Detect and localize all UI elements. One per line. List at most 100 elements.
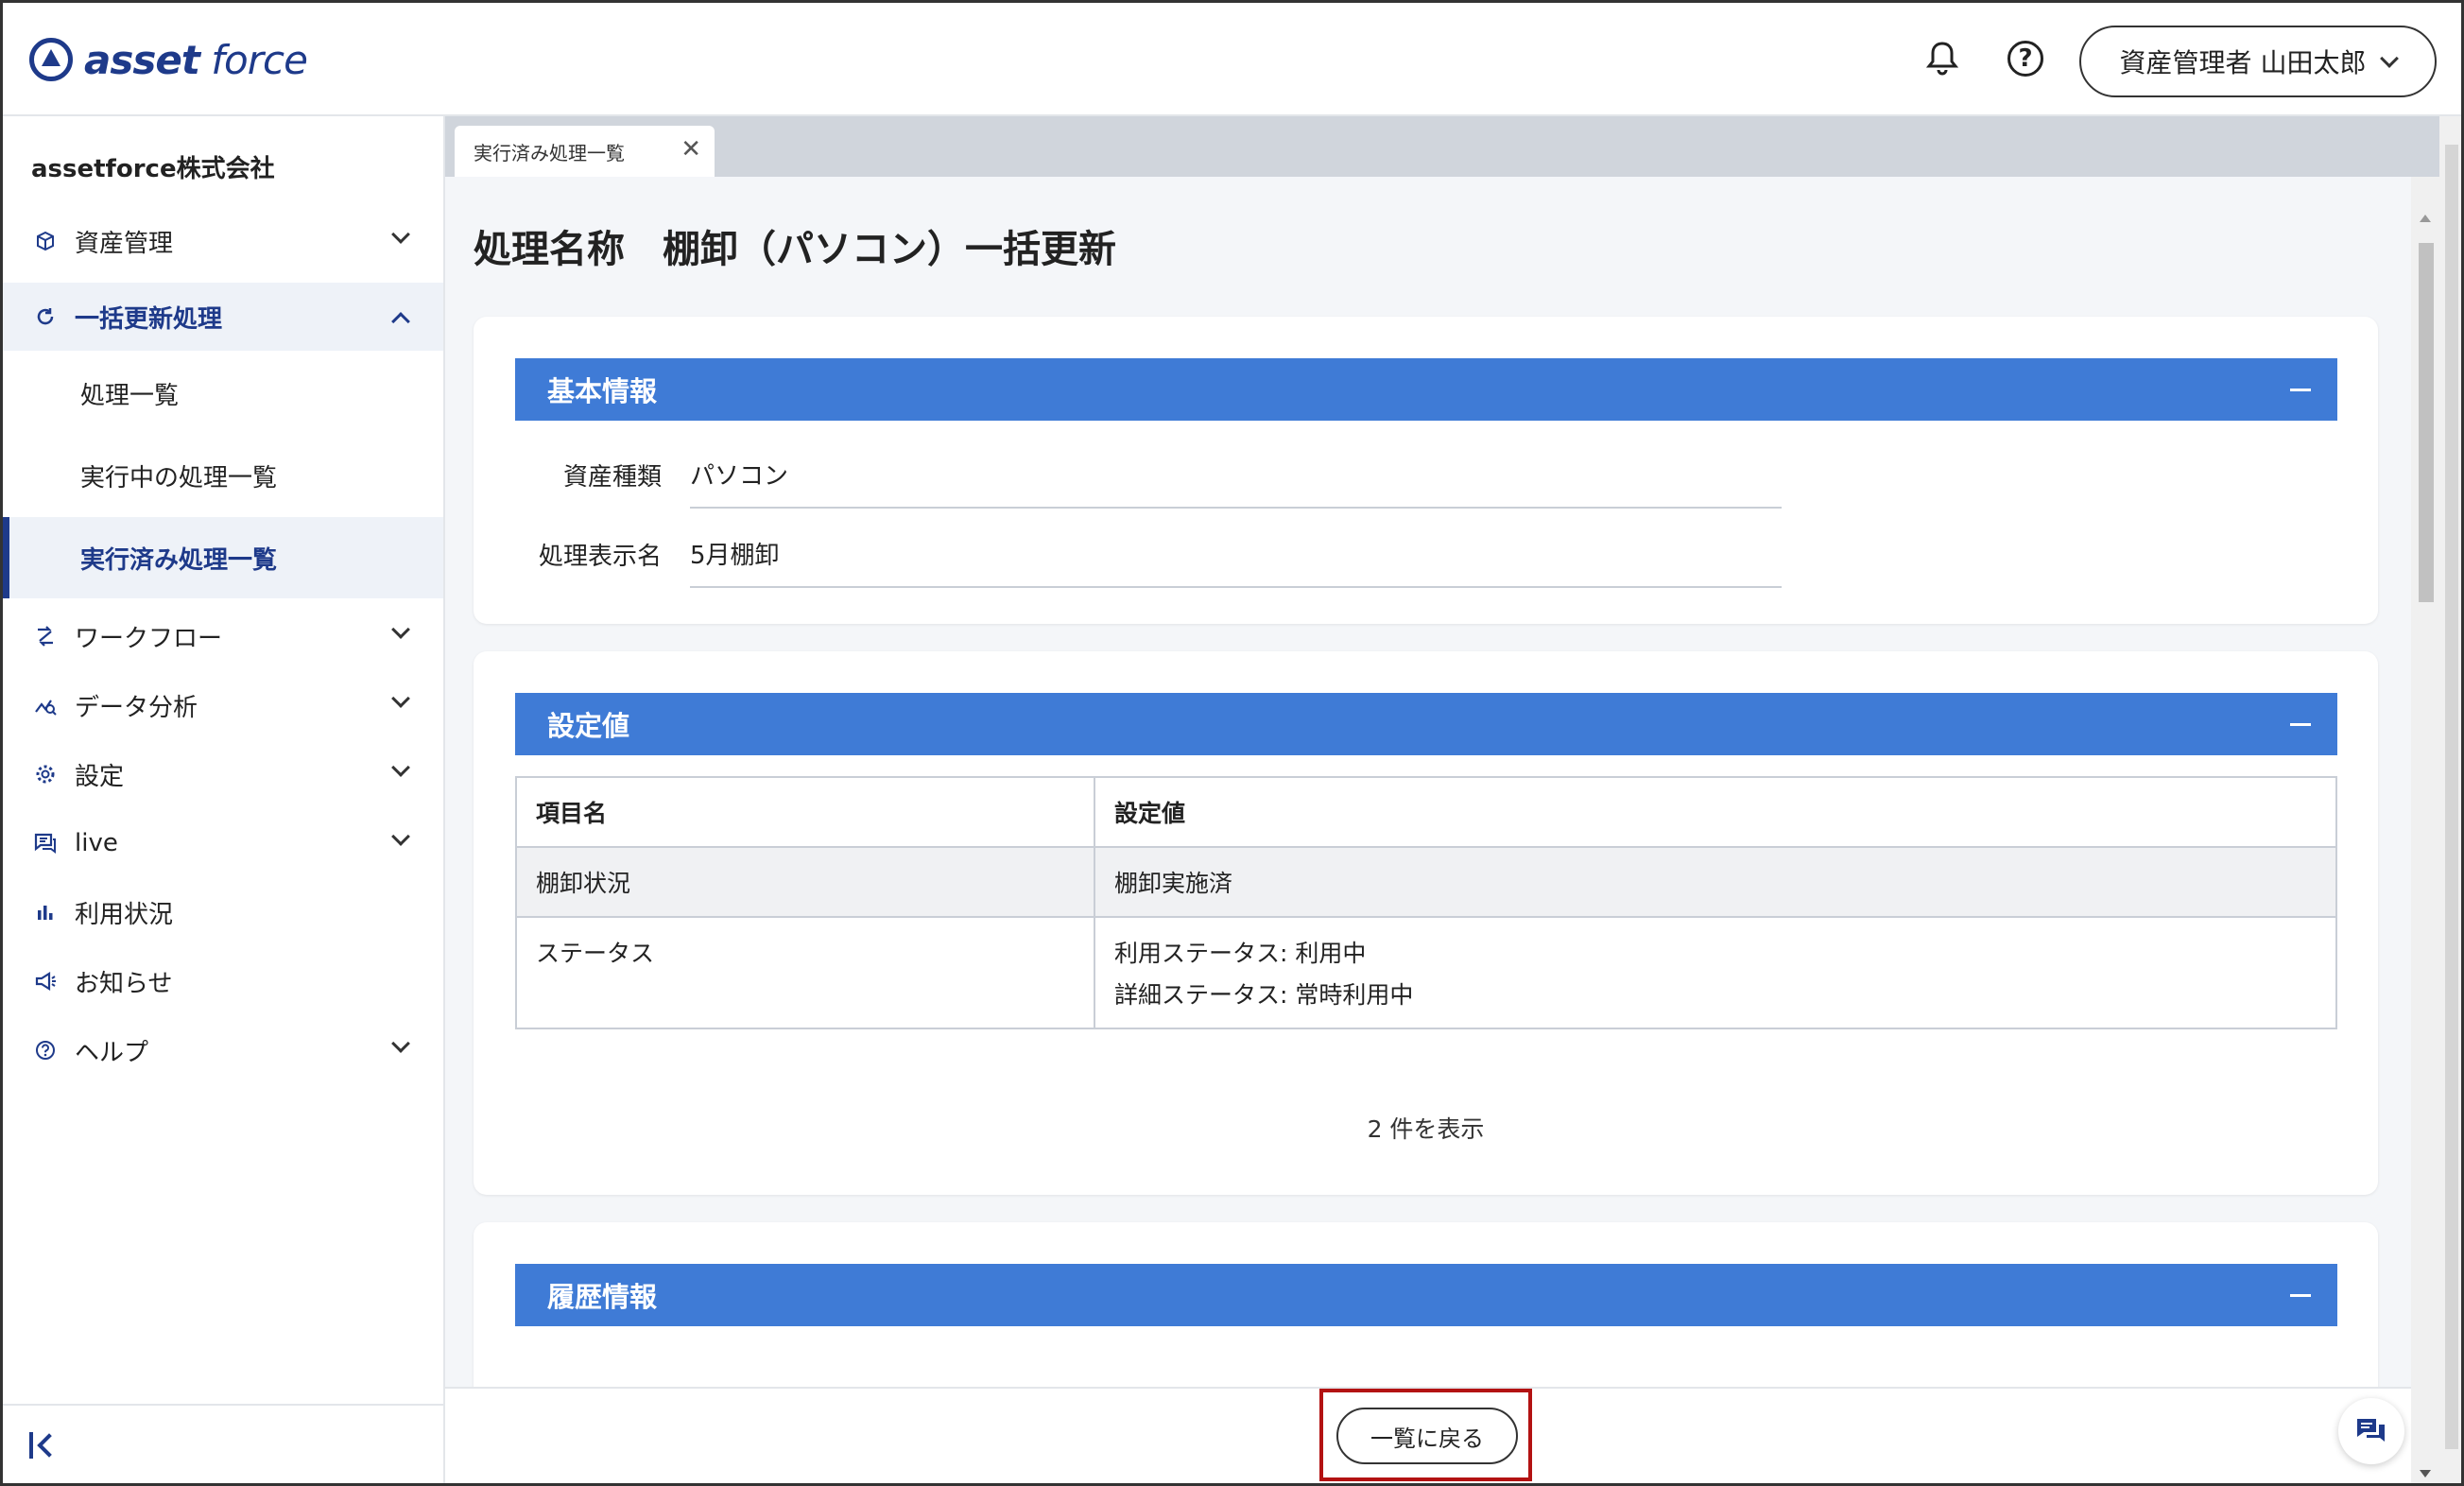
sidebar-item-label: 設定 bbox=[75, 762, 125, 791]
table-row: ステータス 利用ステータス: 利用中 詳細ステータス: 常時利用中 bbox=[515, 916, 2337, 1029]
collapse-icon[interactable] bbox=[2290, 1294, 2311, 1297]
section-title: 設定値 bbox=[547, 710, 630, 742]
section-title: 基本情報 bbox=[547, 375, 658, 407]
settings-table: 項目名 設定値 棚卸状況 棚卸実施済 ステータス 利用ステータス: 利用中 詳細… bbox=[515, 776, 2337, 1029]
app-window: asset force ? 資産管理者 山田太郎 assetforce株式会社 … bbox=[0, 0, 2464, 1486]
result-count: 2 件を表示 bbox=[1367, 1115, 1485, 1143]
top-header: asset force ? 資産管理者 山田太郎 bbox=[3, 3, 2461, 116]
content-scrollbar[interactable] bbox=[2411, 177, 2439, 1483]
field-label: 資産種類 bbox=[562, 463, 662, 492]
chevron-down-icon bbox=[391, 758, 410, 777]
sidebar-item-usage[interactable]: 利用状況 bbox=[3, 878, 443, 946]
main-content: 実行済み処理一覧 ✕ 処理名称 棚卸（パソコン）一括更新 基本情報 資産種類 パ… bbox=[445, 116, 2439, 1483]
tab-bar: 実行済み処理一覧 ✕ bbox=[445, 116, 2439, 177]
table-cell: ステータス bbox=[515, 916, 1095, 1029]
collapse-sidebar-icon[interactable] bbox=[29, 1426, 67, 1464]
sidebar-item-label: お知らせ bbox=[75, 969, 173, 998]
field-asset-type: 資産種類 パソコン bbox=[515, 441, 1782, 509]
page-title: 処理名称 棚卸（パソコン）一括更新 bbox=[474, 228, 1116, 271]
settings-header[interactable]: 設定値 bbox=[515, 693, 2337, 755]
sidebar-subitem-label: 処理一覧 bbox=[80, 381, 180, 410]
settings-card: 設定値 項目名 設定値 棚卸状況 棚卸実施済 ステータス 利用ステータス: 利用… bbox=[474, 651, 2378, 1195]
window-scroll-thumb[interactable] bbox=[2445, 145, 2458, 1449]
history-card: 履歴情報 bbox=[474, 1222, 2378, 1411]
field-value: 5月棚卸 bbox=[690, 521, 1782, 588]
sidebar-item-label: 資産管理 bbox=[75, 229, 174, 258]
section-title: 履歴情報 bbox=[547, 1281, 658, 1313]
sidebar-subitem-running-list[interactable]: 実行中の処理一覧 bbox=[3, 435, 443, 516]
scroll-thumb[interactable] bbox=[2419, 243, 2434, 602]
cell-line: 利用ステータス: 利用中 bbox=[1114, 940, 1367, 967]
chevron-down-icon bbox=[391, 827, 410, 846]
sidebar-subitem-completed-list[interactable]: 実行済み処理一覧 bbox=[3, 517, 443, 598]
sidebar-item-live[interactable]: live bbox=[3, 809, 443, 877]
sidebar-item-label: ワークフロー bbox=[75, 624, 223, 653]
basic-info-card: 基本情報 資産種類 パソコン 処理表示名 5月棚卸 bbox=[474, 317, 2378, 624]
sidebar-footer bbox=[3, 1404, 443, 1483]
table-row: 棚卸状況 棚卸実施済 bbox=[515, 846, 2337, 918]
tab-label: 実行済み処理一覧 bbox=[474, 141, 625, 164]
history-header[interactable]: 履歴情報 bbox=[515, 1264, 2337, 1326]
collapse-icon[interactable] bbox=[2290, 723, 2311, 726]
logo-mark-icon bbox=[29, 38, 73, 81]
highlight-box: 一覧に戻る bbox=[1319, 1389, 1532, 1481]
cell-line: 詳細ステータス: 常時利用中 bbox=[1114, 981, 1414, 1009]
sidebar-item-news[interactable]: お知らせ bbox=[3, 947, 443, 1015]
back-to-list-button[interactable]: 一覧に戻る bbox=[1336, 1408, 1518, 1464]
workflow-icon bbox=[33, 624, 58, 648]
sidebar-subitem-label: 実行済み処理一覧 bbox=[80, 545, 278, 575]
chevron-up-icon bbox=[391, 312, 410, 331]
user-name: 資産管理者 山田太郎 bbox=[2119, 47, 2367, 78]
collapse-icon[interactable] bbox=[2290, 389, 2311, 391]
sidebar-item-workflow[interactable]: ワークフロー bbox=[3, 602, 443, 670]
field-label: 処理表示名 bbox=[538, 543, 662, 571]
sidebar-subitem-process-list[interactable]: 処理一覧 bbox=[3, 353, 443, 434]
scroll-down-icon[interactable] bbox=[2420, 1470, 2431, 1477]
bell-icon[interactable] bbox=[1917, 33, 1968, 84]
chevron-down-icon bbox=[391, 620, 410, 639]
help-icon[interactable]: ? bbox=[2000, 33, 2051, 84]
bar-chart-icon bbox=[33, 900, 58, 924]
sidebar-item-help[interactable]: ヘルプ bbox=[3, 1016, 443, 1084]
logo[interactable]: asset force bbox=[29, 31, 308, 88]
chevron-down-icon bbox=[2380, 49, 2400, 68]
sidebar: assetforce株式会社 資産管理 一括更新処理 処理一覧 実行中の処理一覧… bbox=[3, 116, 445, 1483]
field-value: パソコン bbox=[690, 441, 1782, 509]
tab-completed-list[interactable]: 実行済み処理一覧 ✕ bbox=[455, 126, 715, 177]
sidebar-item-label: 利用状況 bbox=[75, 900, 174, 929]
column-header: 設定値 bbox=[1094, 776, 2337, 848]
table-cell: 利用ステータス: 利用中 詳細ステータス: 常時利用中 bbox=[1094, 916, 2337, 1029]
sidebar-item-asset-management[interactable]: 資産管理 bbox=[3, 207, 443, 275]
sidebar-subitem-label: 実行中の処理一覧 bbox=[80, 463, 278, 492]
chevron-down-icon bbox=[391, 689, 410, 708]
sidebar-item-data-analysis[interactable]: データ分析 bbox=[3, 671, 443, 739]
analytics-icon bbox=[33, 693, 58, 717]
company-name: assetforce株式会社 bbox=[31, 155, 275, 183]
sidebar-item-settings[interactable]: 設定 bbox=[3, 740, 443, 808]
chat-support-icon[interactable] bbox=[2338, 1398, 2404, 1464]
table-cell: 棚卸状況 bbox=[515, 846, 1095, 918]
scroll-up-icon[interactable] bbox=[2420, 215, 2431, 222]
basic-info-header[interactable]: 基本情報 bbox=[515, 358, 2337, 421]
logo-text: asset force bbox=[84, 36, 308, 83]
column-header: 項目名 bbox=[515, 776, 1095, 848]
user-menu-button[interactable]: 資産管理者 山田太郎 bbox=[2079, 26, 2437, 97]
refresh-icon bbox=[33, 304, 58, 329]
sidebar-item-label: 一括更新処理 bbox=[75, 304, 223, 334]
window-scrollbar[interactable] bbox=[2439, 116, 2461, 1483]
chat-icon bbox=[33, 831, 58, 855]
sidebar-item-label: ヘルプ bbox=[75, 1038, 149, 1067]
help-circle-icon bbox=[33, 1038, 58, 1063]
table-cell: 棚卸実施済 bbox=[1094, 846, 2337, 918]
gear-icon bbox=[33, 762, 58, 786]
megaphone-icon bbox=[33, 969, 58, 994]
field-display-name: 処理表示名 5月棚卸 bbox=[515, 521, 1782, 588]
sidebar-item-label: データ分析 bbox=[75, 693, 198, 722]
cube-icon bbox=[33, 229, 58, 253]
bottom-action-bar: 一覧に戻る bbox=[445, 1387, 2411, 1483]
chevron-down-icon bbox=[391, 1034, 410, 1053]
table-header-row: 項目名 設定値 bbox=[515, 776, 2337, 848]
sidebar-item-bulk-update[interactable]: 一括更新処理 bbox=[3, 283, 443, 351]
sidebar-item-label: live bbox=[75, 829, 118, 857]
close-icon[interactable]: ✕ bbox=[681, 137, 701, 162]
